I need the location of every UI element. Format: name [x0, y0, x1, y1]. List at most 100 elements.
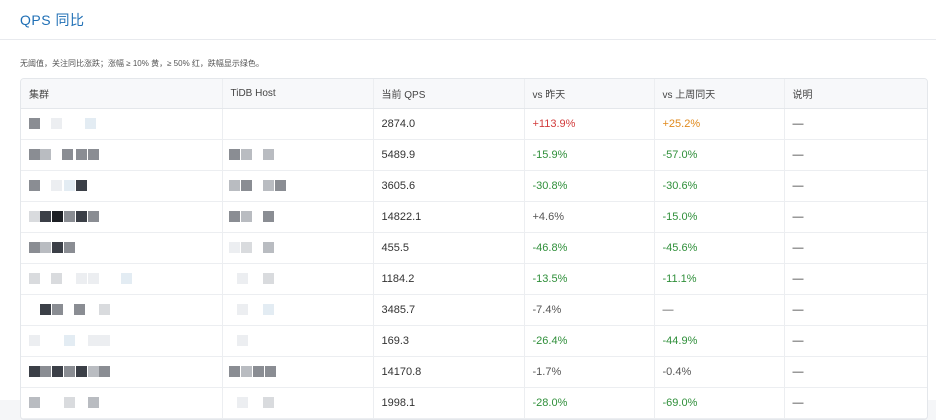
redacted-block [262, 148, 274, 160]
cluster-cell-redacted [21, 232, 223, 264]
redacted-block [88, 334, 99, 346]
qps-yoy-panel: QPS 同比 无阈值，关注同比涨跌；涨幅 ≥ 10% 黄，≥ 50% 红，跌幅显… [0, 0, 936, 420]
desc-cell: — [784, 170, 927, 202]
redacted-block [240, 241, 252, 253]
vs-yesterday-cell: -7.4% [524, 294, 655, 326]
redacted-block [51, 272, 62, 284]
redacted-block [64, 179, 75, 191]
redacted-block [236, 303, 248, 315]
redacted-block [40, 241, 51, 253]
table-row[interactable]: 5489.9 -15.9% -57.0% — [21, 139, 927, 171]
redacted-block [240, 148, 252, 160]
redacted-block [228, 179, 240, 191]
redacted-block [76, 210, 87, 222]
table-row[interactable]: 3485.7 -7.4% — — [21, 294, 927, 326]
redacted-block [64, 241, 75, 253]
redacted-block [64, 396, 75, 408]
qps-cell: 3605.6 [373, 170, 525, 202]
vs-yesterday-cell: -28.0% [524, 387, 655, 419]
redacted-block [240, 210, 252, 222]
qps-cell: 3485.7 [373, 294, 525, 326]
vs-yesterday-cell: +4.6% [524, 201, 655, 233]
redacted-block [274, 179, 286, 191]
vs-yesterday-cell: -26.4% [524, 325, 655, 357]
col-header-qps[interactable]: 当前 QPS [373, 79, 525, 109]
cluster-cell-redacted [21, 170, 223, 202]
table-header-row: 集群 TiDB Host 当前 QPS vs 昨天 vs 上周同天 说明 [21, 79, 927, 109]
table-row[interactable]: 2874.0 +113.9% +25.2% — [21, 108, 927, 140]
redacted-block [52, 303, 63, 315]
qps-table-container: 集群 TiDB Host 当前 QPS vs 昨天 vs 上周同天 说明 287… [20, 78, 928, 420]
redacted-block [29, 365, 40, 377]
desc-cell: — [784, 387, 927, 419]
redacted-block [236, 272, 248, 284]
cluster-cell-redacted [21, 108, 223, 140]
table-row[interactable]: 455.5 -46.8% -45.6% — [21, 232, 927, 264]
qps-cell: 5489.9 [373, 139, 525, 171]
desc-cell: — [784, 325, 927, 357]
col-header-cluster[interactable]: 集群 [21, 79, 223, 109]
cluster-cell-redacted [21, 325, 223, 357]
host-cell-redacted [222, 263, 374, 295]
redacted-block [29, 396, 40, 408]
host-cell-redacted [222, 108, 374, 140]
cluster-cell-redacted [21, 201, 223, 233]
redacted-block [52, 241, 63, 253]
col-header-vs-yesterday[interactable]: vs 昨天 [524, 79, 655, 109]
cluster-cell-redacted [21, 294, 223, 326]
redacted-block [29, 272, 40, 284]
table-row[interactable]: 3605.6 -30.8% -30.6% — [21, 170, 927, 202]
redacted-block [262, 272, 274, 284]
redacted-block [40, 148, 51, 160]
qps-cell: 1184.2 [373, 263, 525, 295]
host-cell-redacted [222, 232, 374, 264]
threshold-note: 无阈值，关注同比涨跌；涨幅 ≥ 10% 黄，≥ 50% 红，跌幅显示绿色。 [20, 59, 264, 68]
vs-last-week-cell: -57.0% [654, 139, 785, 171]
panel-title: QPS 同比 [20, 11, 85, 28]
cluster-cell-redacted [21, 139, 223, 171]
redacted-block [88, 210, 99, 222]
redacted-block [40, 210, 51, 222]
col-header-desc[interactable]: 说明 [784, 79, 927, 109]
host-cell-redacted [222, 387, 374, 419]
host-cell-redacted [222, 294, 374, 326]
redacted-block [74, 303, 85, 315]
redacted-block [40, 303, 51, 315]
vs-last-week-cell: +25.2% [654, 108, 785, 140]
redacted-block [29, 148, 40, 160]
vs-yesterday-cell: +113.9% [524, 108, 655, 140]
redacted-block [228, 365, 240, 377]
host-cell-redacted [222, 356, 374, 388]
table-row[interactable]: 14822.1 +4.6% -15.0% — [21, 201, 927, 233]
redacted-block [76, 365, 87, 377]
vs-yesterday-cell: -30.8% [524, 170, 655, 202]
redacted-block [236, 396, 248, 408]
qps-table: 集群 TiDB Host 当前 QPS vs 昨天 vs 上周同天 说明 287… [21, 79, 927, 419]
vs-last-week-cell: -0.4% [654, 356, 785, 388]
redacted-block [262, 396, 274, 408]
redacted-block [52, 210, 63, 222]
redacted-block [264, 365, 276, 377]
redacted-block [51, 179, 62, 191]
desc-cell: — [784, 356, 927, 388]
redacted-block [228, 210, 240, 222]
desc-cell: — [784, 294, 927, 326]
table-row[interactable]: 1184.2 -13.5% -11.1% — [21, 263, 927, 295]
host-cell-redacted [222, 201, 374, 233]
table-row[interactable]: 1998.1 -28.0% -69.0% — [21, 387, 927, 419]
redacted-block [236, 334, 248, 346]
qps-cell: 14170.8 [373, 356, 525, 388]
redacted-block [240, 179, 252, 191]
redacted-block [88, 148, 99, 160]
redacted-block [121, 272, 132, 284]
desc-cell: — [784, 232, 927, 264]
cluster-cell-redacted [21, 356, 223, 388]
redacted-block [51, 117, 62, 129]
redacted-block [262, 303, 274, 315]
redacted-block [40, 365, 51, 377]
table-row[interactable]: 169.3 -26.4% -44.9% — [21, 325, 927, 357]
col-header-host[interactable]: TiDB Host [222, 79, 374, 109]
desc-cell: — [784, 201, 927, 233]
col-header-vs-last-week[interactable]: vs 上周同天 [654, 79, 785, 109]
table-row[interactable]: 14170.8 -1.7% -0.4% — [21, 356, 927, 388]
